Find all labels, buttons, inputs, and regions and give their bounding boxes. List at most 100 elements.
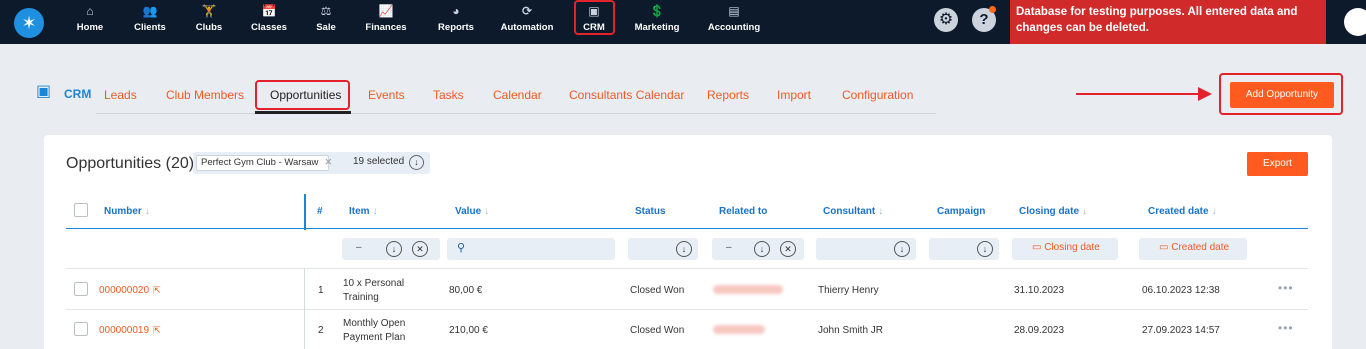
header-related-to: Related to	[719, 206, 768, 217]
clear-icon[interactable]: ✕	[412, 241, 428, 257]
more-options-icon[interactable]: •••	[1278, 281, 1294, 295]
clients-icon: 👥	[142, 4, 158, 18]
redacted-related-to	[713, 285, 783, 294]
consultant-filter[interactable]: ↓	[816, 238, 916, 260]
selected-count: 19 selected	[353, 156, 405, 167]
sort-arrow-icon: ↓	[484, 206, 490, 217]
nav-marketing[interactable]: 💲 Marketing	[634, 4, 680, 36]
row-created-date: 27.09.2023 14:57	[1142, 325, 1220, 336]
campaign-filter[interactable]: ↓	[929, 238, 999, 260]
tab-events[interactable]: Events	[368, 88, 405, 102]
user-avatar[interactable]	[1344, 8, 1366, 36]
row-checkbox[interactable]	[74, 282, 88, 296]
nav-clubs[interactable]: 🏋 Clubs	[194, 4, 224, 36]
value-search-filter[interactable]: ⚲	[447, 238, 615, 260]
nav-home[interactable]: ⌂ Home	[76, 4, 104, 36]
accounting-icon: ▤	[728, 4, 740, 18]
chevron-down-icon[interactable]: ↓	[386, 241, 402, 257]
related-to-filter[interactable]: – ↓ ✕	[712, 238, 804, 260]
opportunity-number-link[interactable]: 000000020 ⇱	[99, 285, 161, 296]
status-filter[interactable]: ↓	[628, 238, 698, 260]
close-icon[interactable]: ✕	[324, 157, 332, 168]
sale-icon: ⚖	[320, 4, 332, 18]
chevron-down-icon[interactable]: ↓	[409, 155, 424, 170]
row-index: 2	[318, 325, 324, 336]
sort-arrow-icon: ↓	[1211, 206, 1217, 217]
chevron-down-icon[interactable]: ↓	[894, 241, 910, 257]
header-divider	[66, 228, 1308, 229]
nav-finances[interactable]: 📈 Finances	[364, 4, 408, 36]
header-index: #	[317, 206, 323, 217]
row-status: Closed Won	[630, 325, 685, 336]
sort-arrow-icon: ↓	[372, 206, 378, 217]
header-closing-date[interactable]: Closing date ↓	[1019, 206, 1087, 217]
row-closing-date: 28.09.2023	[1014, 325, 1065, 336]
nav-automation[interactable]: ⟳ Automation	[500, 4, 554, 36]
header-status: Status	[635, 206, 666, 217]
tab-leads[interactable]: Leads	[104, 88, 137, 102]
row-checkbox[interactable]	[74, 322, 88, 336]
row-item: Monthly Open Payment Plan	[343, 318, 406, 343]
tab-club-members[interactable]: Club Members	[166, 88, 244, 102]
reports-icon: ◕	[452, 4, 460, 18]
tab-calendar[interactable]: Calendar	[493, 88, 542, 102]
header-item[interactable]: Item ↓	[349, 206, 378, 217]
home-icon: ⌂	[86, 4, 94, 18]
app-logo[interactable]: ✶	[14, 8, 44, 38]
finances-icon: 📈	[378, 4, 394, 18]
nav-sale[interactable]: ⚖ Sale	[314, 4, 338, 36]
marketing-icon: 💲	[649, 4, 665, 18]
nav-classes[interactable]: 📅 Classes	[250, 4, 288, 36]
external-link-icon[interactable]: ⇱	[153, 325, 161, 335]
more-options-icon[interactable]: •••	[1278, 321, 1294, 335]
tab-consultants-calendar[interactable]: Consultants Calendar	[569, 88, 684, 102]
subnav-divider	[96, 113, 936, 114]
created-date-filter[interactable]: ▭ Created date	[1139, 238, 1247, 260]
nav-accounting[interactable]: ▤ Accounting	[708, 4, 760, 36]
club-filter[interactable]: Perfect Gym Club - Warsaw ✕ 19 selected ↓	[193, 152, 430, 174]
chevron-down-icon[interactable]: ↓	[676, 241, 692, 257]
sort-arrow-icon: ↓	[1082, 206, 1088, 217]
nav-reports[interactable]: ◕ Reports	[436, 4, 476, 36]
closing-date-filter[interactable]: ▭ Closing date	[1012, 238, 1118, 260]
tab-tasks[interactable]: Tasks	[433, 88, 464, 102]
nav-clients[interactable]: 👥 Clients	[132, 4, 168, 36]
external-link-icon[interactable]: ⇱	[153, 285, 161, 295]
club-filter-tag: Perfect Gym Club - Warsaw ✕	[196, 155, 332, 171]
row-closing-date: 31.10.2023	[1014, 285, 1065, 296]
header-number[interactable]: Number ↓	[104, 206, 150, 217]
notification-dot	[989, 6, 996, 13]
pinned-column-separator	[304, 194, 306, 230]
header-value[interactable]: Value ↓	[455, 206, 489, 217]
clubs-icon: 🏋	[201, 4, 217, 18]
export-button[interactable]: Export	[1247, 152, 1308, 176]
automation-icon: ⟳	[521, 4, 533, 18]
opportunity-number-link[interactable]: 000000019 ⇱	[99, 325, 161, 336]
row-consultant: John Smith JR	[818, 325, 884, 336]
settings-gear-icon[interactable]: ⚙	[934, 8, 958, 32]
row-divider	[66, 268, 1308, 269]
add-opportunity-button[interactable]: Add Opportunity	[1230, 82, 1334, 108]
row-status: Closed Won	[630, 285, 685, 296]
tab-configuration[interactable]: Configuration	[842, 88, 913, 102]
page-title: Opportunities (20)	[66, 155, 195, 172]
tab-import[interactable]: Import	[777, 88, 811, 102]
row-index: 1	[318, 285, 324, 296]
chevron-down-icon[interactable]: ↓	[754, 241, 770, 257]
crm-module-icon: ▣	[36, 83, 52, 100]
calendar-icon: ▭	[1032, 242, 1042, 253]
calendar-icon: ▭	[1159, 242, 1169, 253]
row-value: 80,00 €	[449, 285, 483, 296]
tab-reports[interactable]: Reports	[707, 88, 749, 102]
header-created-date[interactable]: Created date ↓	[1148, 206, 1217, 217]
crm-highlight-box	[574, 0, 615, 35]
header-consultant[interactable]: Consultant ↓	[823, 206, 883, 217]
chevron-down-icon[interactable]: ↓	[977, 241, 993, 257]
item-filter[interactable]: – ↓ ✕	[342, 238, 440, 260]
select-all-checkbox[interactable]	[74, 203, 88, 217]
pinned-column-border	[304, 268, 305, 349]
clear-icon[interactable]: ✕	[780, 241, 796, 257]
sort-arrow-icon: ↓	[144, 206, 150, 217]
row-divider	[66, 309, 1308, 310]
annotation-arrow-head	[1198, 87, 1212, 101]
